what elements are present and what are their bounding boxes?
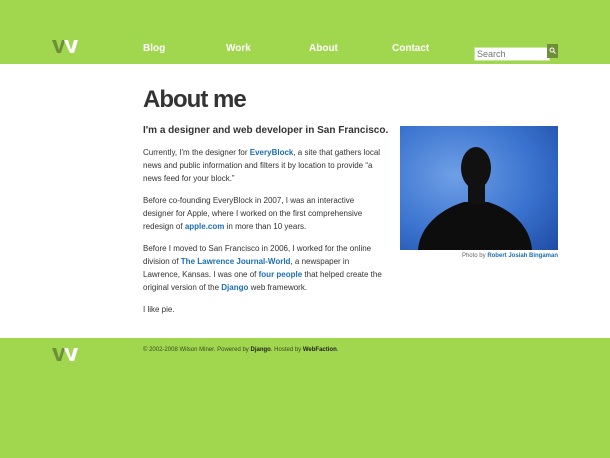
text: in more than 10 years. bbox=[224, 222, 307, 231]
footer-logo-icon bbox=[52, 348, 78, 361]
text: . Hosted by bbox=[270, 347, 303, 353]
apple-link[interactable]: apple.com bbox=[185, 222, 225, 231]
paragraph-lawrence: Before I moved to San Francisco in 2006,… bbox=[143, 242, 383, 294]
footer-credits: © 2002-2008 Wilson Miner. Powered by Dja… bbox=[143, 347, 338, 353]
photographer-link[interactable]: Robert Josiah Bingaman bbox=[487, 253, 558, 259]
nav-about-link[interactable]: About bbox=[309, 43, 338, 54]
search-input[interactable] bbox=[474, 47, 550, 61]
page-title: About me bbox=[143, 86, 247, 113]
wm-logo-icon[interactable] bbox=[52, 38, 78, 54]
search-button[interactable] bbox=[547, 44, 558, 58]
ljworld-link[interactable]: The Lawrence Journal-World bbox=[181, 257, 291, 266]
about-copy: Currently, I'm the designer for EveryBlo… bbox=[143, 146, 383, 325]
text: © 2002-2008 Wilson Miner. Powered by bbox=[143, 347, 251, 353]
text: Photo by bbox=[461, 253, 488, 259]
paragraph-current-role: Currently, I'm the designer for EveryBlo… bbox=[143, 146, 383, 185]
search-form bbox=[474, 44, 558, 62]
photo-credit: Photo by Robert Josiah Bingaman bbox=[400, 253, 558, 259]
main-content: About me I'm a designer and web develope… bbox=[0, 64, 610, 338]
site-header: Blog Work About Contact bbox=[0, 0, 610, 64]
webfaction-link[interactable]: WebFaction bbox=[303, 347, 337, 353]
paragraph-apple: Before co-founding EveryBlock in 2007, I… bbox=[143, 194, 383, 233]
text: . bbox=[336, 347, 339, 353]
profile-photo bbox=[400, 126, 558, 250]
text: Currently, I'm the designer for bbox=[143, 148, 250, 157]
paragraph-pie: I like pie. bbox=[143, 305, 175, 314]
footer-django-link[interactable]: Django bbox=[250, 347, 270, 353]
django-link[interactable]: Django bbox=[221, 283, 248, 292]
nav-contact-link[interactable]: Contact bbox=[392, 43, 429, 54]
text: web framework. bbox=[248, 283, 308, 292]
search-icon bbox=[549, 47, 556, 54]
nav-blog-link[interactable]: Blog bbox=[143, 43, 165, 54]
four-people-link[interactable]: four people bbox=[259, 270, 303, 279]
nav-work-link[interactable]: Work bbox=[226, 43, 251, 54]
intro-heading: I'm a designer and web developer in San … bbox=[143, 125, 389, 136]
everyblock-link[interactable]: EveryBlock bbox=[250, 148, 294, 157]
